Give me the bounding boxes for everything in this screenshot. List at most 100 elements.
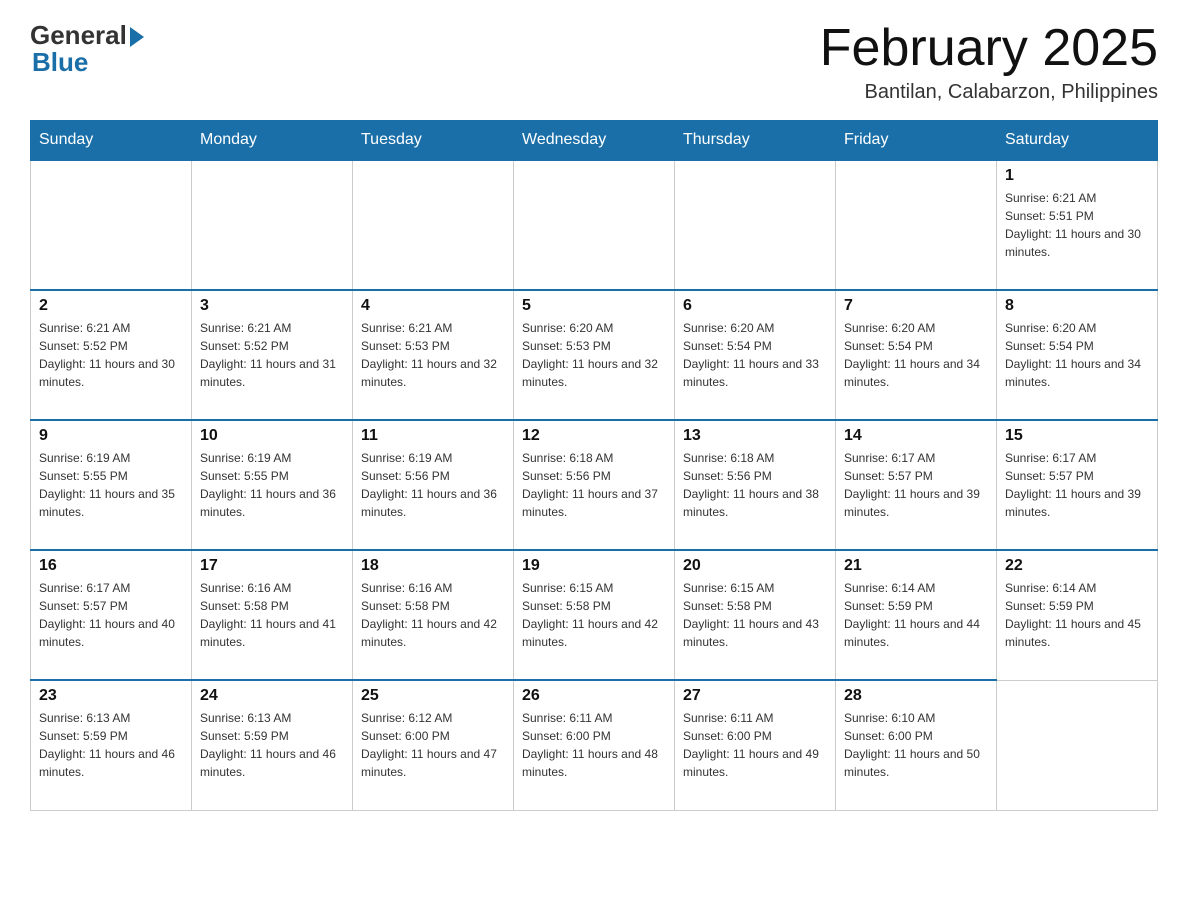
calendar-cell: 24 Sunrise: 6:13 AM Sunset: 5:59 PM Dayli… [192, 680, 353, 810]
day-info: Sunrise: 6:16 AM Sunset: 5:58 PM Dayligh… [361, 579, 505, 651]
day-info: Sunrise: 6:14 AM Sunset: 5:59 PM Dayligh… [844, 579, 988, 651]
day-number: 2 [39, 297, 183, 315]
calendar-cell: 11Sunrise: 6:19 AM Sunset: 5:56 PM Dayli… [353, 420, 514, 550]
calendar-cell: 21 Sunrise: 6:14 AM Sunset: 5:59 PM Dayli… [836, 550, 997, 680]
day-number: 25 [361, 687, 505, 705]
calendar-cell: 16 Sunrise: 6:17 AM Sunset: 5:57 PM Dayli… [31, 550, 192, 680]
calendar-cell: 23 Sunrise: 6:13 AM Sunset: 5:59 PM Dayli… [31, 680, 192, 810]
day-number: 1 [1005, 167, 1149, 185]
day-number: 20 [683, 557, 827, 575]
day-number: 8 [1005, 297, 1149, 315]
day-info: Sunrise: 6:19 AM Sunset: 5:56 PM Dayligh… [361, 449, 505, 521]
calendar-cell: 22 Sunrise: 6:14 AM Sunset: 5:59 PM Dayli… [997, 550, 1158, 680]
calendar-subtitle: Bantilan, Calabarzon, Philippines [820, 81, 1158, 104]
calendar-cell [514, 160, 675, 290]
day-info: Sunrise: 6:21 AM Sunset: 5:52 PM Dayligh… [39, 319, 183, 391]
day-number: 4 [361, 297, 505, 315]
day-number: 15 [1005, 427, 1149, 445]
day-info: Sunrise: 6:18 AM Sunset: 5:56 PM Dayligh… [683, 449, 827, 521]
calendar-cell: 5 Sunrise: 6:20 AM Sunset: 5:53 PM Daylig… [514, 290, 675, 420]
calendar-cell: 20 Sunrise: 6:15 AM Sunset: 5:58 PM Dayli… [675, 550, 836, 680]
day-number: 12 [522, 427, 666, 445]
calendar-week-row: 2 Sunrise: 6:21 AM Sunset: 5:52 PM Daylig… [31, 290, 1158, 420]
calendar-week-row: 16 Sunrise: 6:17 AM Sunset: 5:57 PM Dayli… [31, 550, 1158, 680]
title-section: February 2025 Bantilan, Calabarzon, Phil… [820, 20, 1158, 104]
logo: General Blue [30, 20, 144, 78]
calendar-week-row: 9 Sunrise: 6:19 AM Sunset: 5:55 PM Daylig… [31, 420, 1158, 550]
weekday-header-tuesday: Tuesday [353, 121, 514, 161]
day-number: 16 [39, 557, 183, 575]
day-number: 9 [39, 427, 183, 445]
calendar-cell: 8 Sunrise: 6:20 AM Sunset: 5:54 PM Daylig… [997, 290, 1158, 420]
calendar-cell: 17 Sunrise: 6:16 AM Sunset: 5:58 PM Dayli… [192, 550, 353, 680]
day-number: 19 [522, 557, 666, 575]
weekday-header-friday: Friday [836, 121, 997, 161]
day-info: Sunrise: 6:11 AM Sunset: 6:00 PM Dayligh… [522, 709, 666, 781]
calendar-cell: 6 Sunrise: 6:20 AM Sunset: 5:54 PM Daylig… [675, 290, 836, 420]
day-number: 14 [844, 427, 988, 445]
day-number: 17 [200, 557, 344, 575]
day-number: 27 [683, 687, 827, 705]
day-info: Sunrise: 6:19 AM Sunset: 5:55 PM Dayligh… [39, 449, 183, 521]
calendar-cell: 12 Sunrise: 6:18 AM Sunset: 5:56 PM Dayli… [514, 420, 675, 550]
calendar-cell [997, 680, 1158, 810]
day-number: 10 [200, 427, 344, 445]
day-number: 3 [200, 297, 344, 315]
day-info: Sunrise: 6:11 AM Sunset: 6:00 PM Dayligh… [683, 709, 827, 781]
day-info: Sunrise: 6:20 AM Sunset: 5:54 PM Dayligh… [844, 319, 988, 391]
calendar-header-row: SundayMondayTuesdayWednesdayThursdayFrid… [31, 121, 1158, 161]
calendar-cell [675, 160, 836, 290]
page-header: General Blue February 2025 Bantilan, Cal… [30, 20, 1158, 104]
day-info: Sunrise: 6:13 AM Sunset: 5:59 PM Dayligh… [39, 709, 183, 781]
calendar-week-row: 1 Sunrise: 6:21 AM Sunset: 5:51 PM Daylig… [31, 160, 1158, 290]
calendar-cell: 1 Sunrise: 6:21 AM Sunset: 5:51 PM Daylig… [997, 160, 1158, 290]
calendar-cell [353, 160, 514, 290]
day-info: Sunrise: 6:21 AM Sunset: 5:51 PM Dayligh… [1005, 189, 1149, 261]
day-info: Sunrise: 6:17 AM Sunset: 5:57 PM Dayligh… [844, 449, 988, 521]
day-number: 23 [39, 687, 183, 705]
day-info: Sunrise: 6:21 AM Sunset: 5:53 PM Dayligh… [361, 319, 505, 391]
calendar-cell: 15 Sunrise: 6:17 AM Sunset: 5:57 PM Dayli… [997, 420, 1158, 550]
calendar-cell: 2 Sunrise: 6:21 AM Sunset: 5:52 PM Daylig… [31, 290, 192, 420]
day-number: 13 [683, 427, 827, 445]
day-info: Sunrise: 6:18 AM Sunset: 5:56 PM Dayligh… [522, 449, 666, 521]
calendar-cell: 25 Sunrise: 6:12 AM Sunset: 6:00 PM Dayli… [353, 680, 514, 810]
calendar-week-row: 23 Sunrise: 6:13 AM Sunset: 5:59 PM Dayli… [31, 680, 1158, 810]
day-info: Sunrise: 6:13 AM Sunset: 5:59 PM Dayligh… [200, 709, 344, 781]
day-info: Sunrise: 6:17 AM Sunset: 5:57 PM Dayligh… [39, 579, 183, 651]
calendar-table: SundayMondayTuesdayWednesdayThursdayFrid… [30, 120, 1158, 811]
weekday-header-wednesday: Wednesday [514, 121, 675, 161]
day-info: Sunrise: 6:20 AM Sunset: 5:53 PM Dayligh… [522, 319, 666, 391]
day-number: 22 [1005, 557, 1149, 575]
day-number: 6 [683, 297, 827, 315]
day-number: 24 [200, 687, 344, 705]
day-info: Sunrise: 6:12 AM Sunset: 6:00 PM Dayligh… [361, 709, 505, 781]
logo-blue-text: Blue [32, 47, 88, 78]
calendar-cell: 28Sunrise: 6:10 AM Sunset: 6:00 PM Dayli… [836, 680, 997, 810]
day-info: Sunrise: 6:15 AM Sunset: 5:58 PM Dayligh… [522, 579, 666, 651]
calendar-cell: 4 Sunrise: 6:21 AM Sunset: 5:53 PM Daylig… [353, 290, 514, 420]
calendar-cell: 14 Sunrise: 6:17 AM Sunset: 5:57 PM Dayli… [836, 420, 997, 550]
day-info: Sunrise: 6:20 AM Sunset: 5:54 PM Dayligh… [1005, 319, 1149, 391]
weekday-header-saturday: Saturday [997, 121, 1158, 161]
calendar-cell [836, 160, 997, 290]
calendar-cell [192, 160, 353, 290]
day-number: 7 [844, 297, 988, 315]
day-info: Sunrise: 6:15 AM Sunset: 5:58 PM Dayligh… [683, 579, 827, 651]
day-info: Sunrise: 6:16 AM Sunset: 5:58 PM Dayligh… [200, 579, 344, 651]
day-number: 5 [522, 297, 666, 315]
logo-arrow-icon [130, 27, 144, 47]
day-info: Sunrise: 6:21 AM Sunset: 5:52 PM Dayligh… [200, 319, 344, 391]
weekday-header-thursday: Thursday [675, 121, 836, 161]
day-number: 21 [844, 557, 988, 575]
calendar-cell: 27 Sunrise: 6:11 AM Sunset: 6:00 PM Dayli… [675, 680, 836, 810]
calendar-cell: 26Sunrise: 6:11 AM Sunset: 6:00 PM Dayli… [514, 680, 675, 810]
day-info: Sunrise: 6:20 AM Sunset: 5:54 PM Dayligh… [683, 319, 827, 391]
calendar-cell: 18Sunrise: 6:16 AM Sunset: 5:58 PM Dayli… [353, 550, 514, 680]
day-info: Sunrise: 6:19 AM Sunset: 5:55 PM Dayligh… [200, 449, 344, 521]
calendar-cell: 13 Sunrise: 6:18 AM Sunset: 5:56 PM Dayli… [675, 420, 836, 550]
day-info: Sunrise: 6:14 AM Sunset: 5:59 PM Dayligh… [1005, 579, 1149, 651]
calendar-cell [31, 160, 192, 290]
calendar-cell: 19 Sunrise: 6:15 AM Sunset: 5:58 PM Dayli… [514, 550, 675, 680]
day-info: Sunrise: 6:17 AM Sunset: 5:57 PM Dayligh… [1005, 449, 1149, 521]
